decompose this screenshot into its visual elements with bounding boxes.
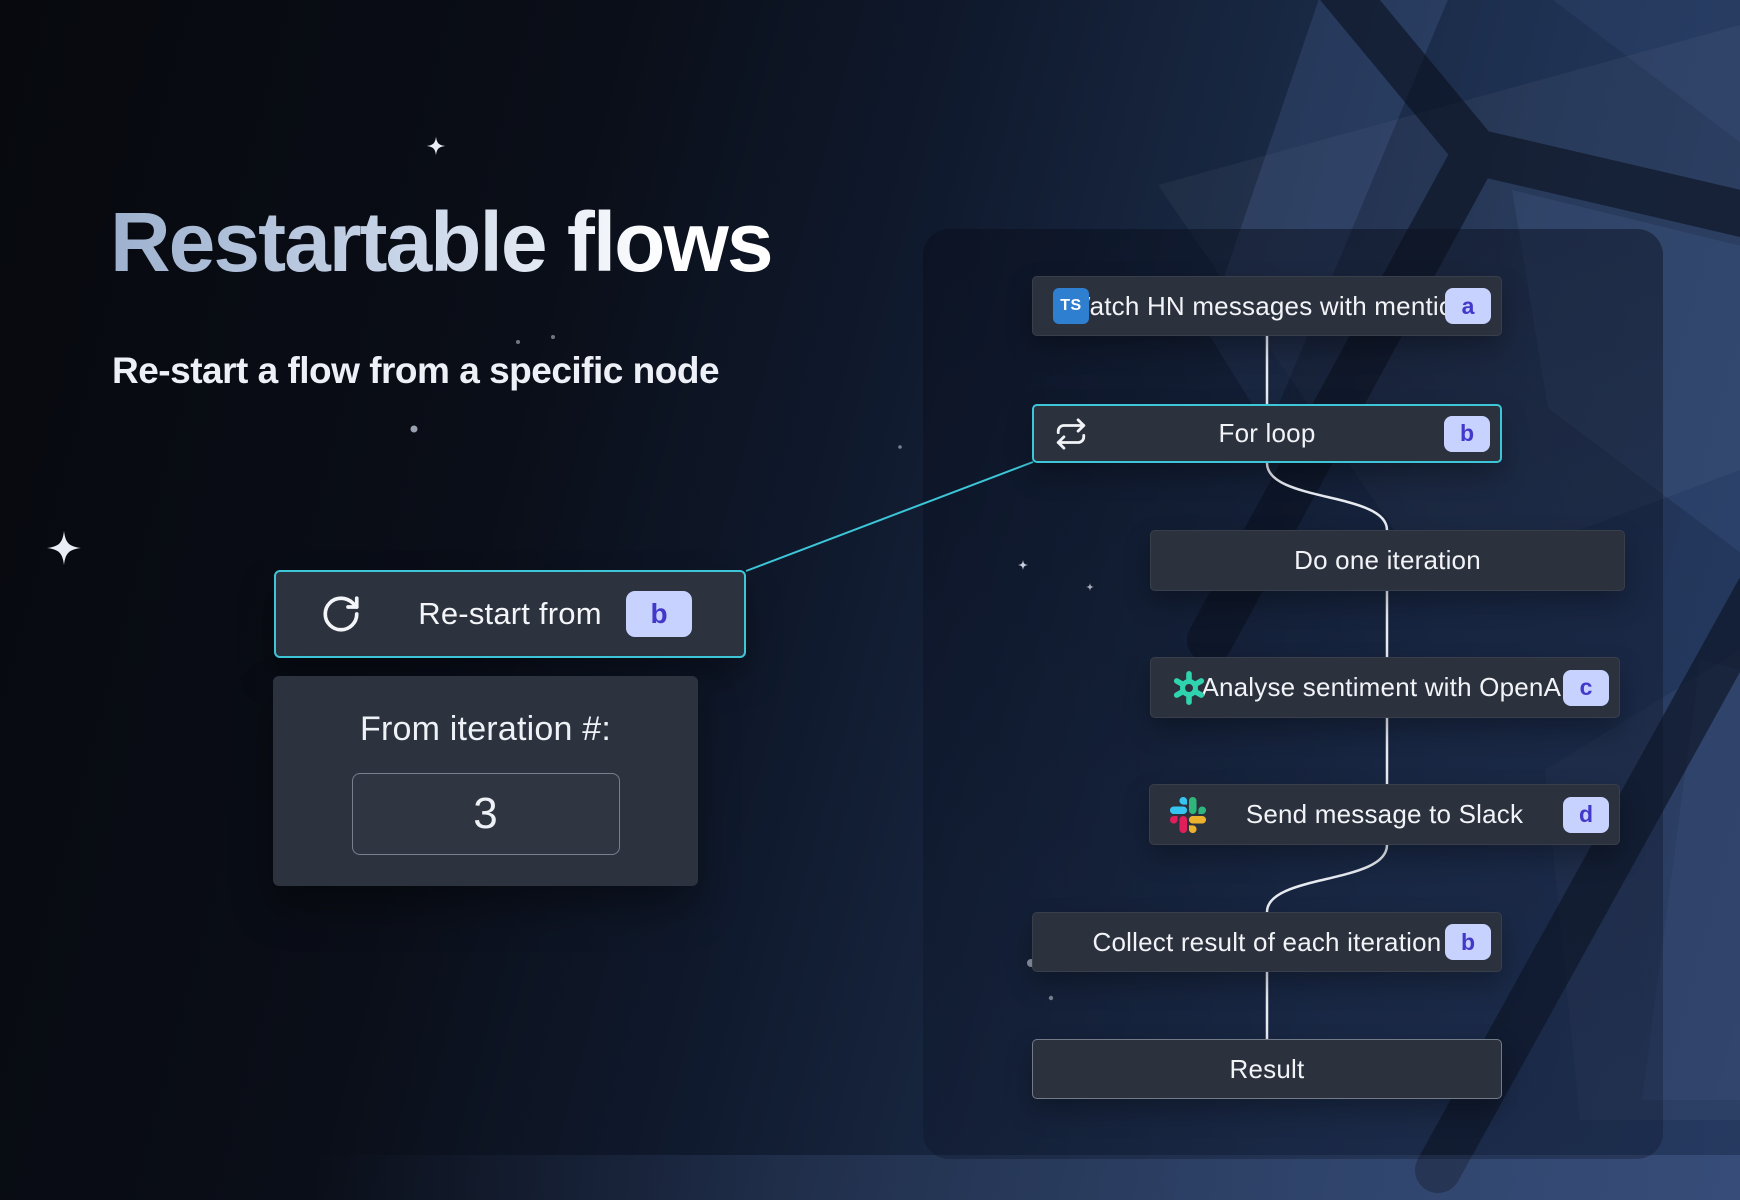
node-label: Result: [1230, 1054, 1305, 1085]
node-label: Collect result of each iteration: [1093, 927, 1442, 958]
node-badge: b: [626, 591, 692, 637]
typescript-icon: TS: [1053, 288, 1089, 324]
loop-icon: [1054, 417, 1088, 451]
restart-from-label: Re-start from: [418, 596, 601, 632]
restart-from-button[interactable]: Re-start from b: [274, 570, 746, 658]
node-label: For loop: [1219, 418, 1316, 449]
page-subtitle: Re-start a flow from a specific node: [112, 350, 719, 392]
flow-node-do-one-iteration[interactable]: Do one iteration: [1150, 530, 1625, 591]
openai-icon: [1171, 670, 1207, 706]
page-title: Restartable flows: [110, 196, 772, 288]
flow-node-watch-hn[interactable]: TS Watch HN messages with mention a: [1032, 276, 1502, 336]
node-badge: b: [1444, 416, 1490, 452]
slack-icon: [1170, 797, 1206, 833]
from-iteration-panel: From iteration #:: [273, 676, 698, 886]
page: Restartable flows Re-start a flow from a…: [0, 0, 1740, 1200]
node-label: Analyse sentiment with OpenAI: [1201, 672, 1568, 703]
node-label: Send message to Slack: [1246, 799, 1523, 830]
node-label: Watch HN messages with mention: [1066, 291, 1468, 322]
flow-node-send-slack[interactable]: Send message to Slack d: [1149, 784, 1620, 845]
node-badge: b: [1445, 924, 1491, 960]
refresh-icon: [320, 593, 362, 635]
flow-node-analyse-sentiment[interactable]: Analyse sentiment with OpenAI c: [1150, 657, 1620, 718]
background-bottom-band: [0, 1155, 1740, 1200]
flow-node-collect-result[interactable]: Collect result of each iteration b: [1032, 912, 1502, 972]
node-badge: a: [1445, 288, 1491, 324]
node-badge: c: [1563, 670, 1609, 706]
from-iteration-label: From iteration #:: [360, 710, 611, 749]
flow-node-result[interactable]: Result: [1032, 1039, 1502, 1099]
flow-node-for-loop[interactable]: For loop b: [1032, 404, 1502, 463]
node-label: Do one iteration: [1294, 545, 1481, 576]
node-badge: d: [1563, 797, 1609, 833]
iteration-input[interactable]: [352, 773, 620, 855]
